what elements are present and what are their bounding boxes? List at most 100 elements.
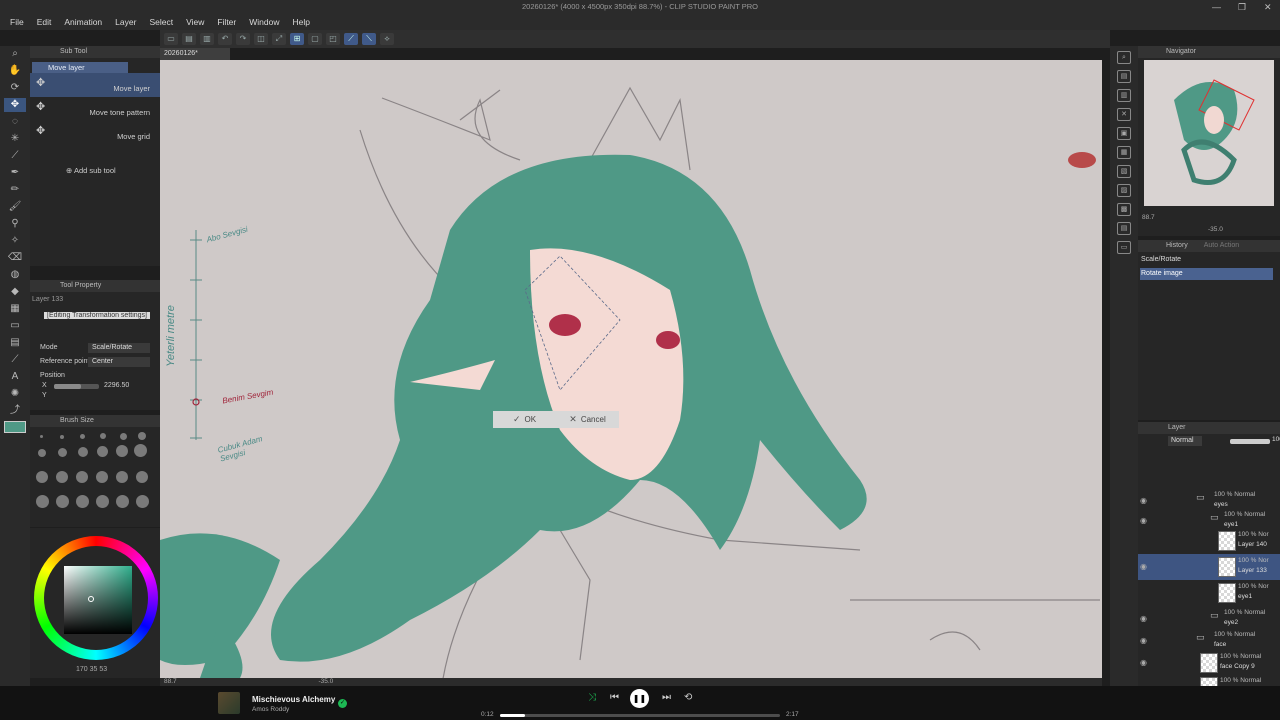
- reference-point-select[interactable]: Center: [88, 357, 150, 367]
- zoom-readout[interactable]: 88.7: [164, 678, 177, 685]
- brush-size-dot[interactable]: [58, 448, 67, 457]
- hue-ring[interactable]: [34, 536, 158, 660]
- subtool-move-tone-pattern[interactable]: ✥ Move tone pattern: [30, 97, 160, 121]
- brush-size-dot[interactable]: [76, 495, 89, 508]
- menu-filter[interactable]: Filter: [213, 15, 245, 29]
- playback-progress-bar[interactable]: [500, 714, 780, 717]
- add-subtool-button[interactable]: ⊕ Add sub tool: [66, 166, 116, 175]
- saturation-value-square[interactable]: [64, 566, 132, 634]
- history-tab[interactable]: History Auto Action: [1138, 240, 1280, 252]
- opacity-slider[interactable]: [1230, 439, 1270, 444]
- zoom-tool-icon[interactable]: ⌕: [4, 47, 26, 61]
- redo-icon[interactable]: ↷: [236, 33, 250, 45]
- track-title[interactable]: Mischievous Alchemy: [252, 695, 335, 704]
- correct-line-icon[interactable]: ⤴: [4, 404, 26, 418]
- layer-row[interactable]: ◉ 100 % Normal face Copy 9: [1138, 650, 1280, 676]
- animation-icon[interactable]: ▩: [1117, 203, 1131, 216]
- brush-size-dot[interactable]: [60, 435, 64, 439]
- navigator-angle[interactable]: -35.0: [1208, 226, 1223, 233]
- menu-window[interactable]: Window: [245, 15, 288, 29]
- pen-tool-icon[interactable]: ✒: [4, 166, 26, 180]
- brush-size-dot[interactable]: [116, 471, 128, 483]
- layer-property-icon[interactable]: ▥: [1117, 89, 1131, 102]
- balloon-tool-icon[interactable]: ✺: [4, 387, 26, 401]
- menu-edit[interactable]: Edit: [33, 15, 61, 29]
- info-icon[interactable]: ▧: [1117, 165, 1131, 178]
- brush-size-dot[interactable]: [36, 495, 49, 508]
- brush-size-dot[interactable]: [96, 471, 108, 483]
- layer-row-selected[interactable]: ◉ 100 % Nor Layer 133: [1138, 554, 1280, 580]
- layer-row[interactable]: 100 % Nor eye1: [1138, 580, 1280, 606]
- brush-size-dot[interactable]: [97, 446, 108, 457]
- invert-selection-icon[interactable]: ◰: [326, 33, 340, 45]
- brush-size-dot[interactable]: [56, 495, 69, 508]
- lasso-tool-icon[interactable]: ◌: [4, 115, 26, 129]
- transform-ok-button[interactable]: ✓ OK: [493, 411, 556, 428]
- eraser-icon[interactable]: ⌫: [4, 251, 26, 265]
- palette-icon[interactable]: ▭: [1117, 241, 1131, 254]
- eyedropper-icon[interactable]: ⟋: [4, 149, 26, 163]
- layer-row[interactable]: 100 % Normal: [1138, 674, 1280, 686]
- album-art[interactable]: [218, 692, 240, 714]
- brush-size-dot[interactable]: [36, 471, 48, 483]
- brush-size-dot[interactable]: [96, 495, 109, 508]
- ruler-tool-icon[interactable]: ⟋: [4, 353, 26, 367]
- snap-special-ruler-icon[interactable]: ⟋: [344, 33, 358, 45]
- pause-button[interactable]: ❚❚: [630, 689, 649, 708]
- menu-help[interactable]: Help: [288, 15, 318, 29]
- move-tool-icon[interactable]: ✥: [4, 98, 26, 112]
- text-tool-icon[interactable]: A: [4, 370, 26, 384]
- snap-grid-icon[interactable]: ⟍: [362, 33, 376, 45]
- frame-tool-icon[interactable]: ▤: [4, 336, 26, 350]
- menu-animation[interactable]: Animation: [60, 15, 111, 29]
- brush-tool-icon[interactable]: 🖌: [4, 200, 26, 214]
- minimize-icon[interactable]: —: [1212, 2, 1221, 12]
- next-track-icon[interactable]: ⏭: [662, 692, 671, 703]
- color-picker-marker[interactable]: [88, 596, 94, 602]
- brush-size-dot[interactable]: [80, 434, 85, 439]
- timeline-icon[interactable]: ▤: [1117, 222, 1131, 235]
- transform-icon[interactable]: ⤢: [272, 33, 286, 45]
- brush-size-dot[interactable]: [138, 432, 146, 440]
- navigator-thumbnail[interactable]: [1144, 60, 1274, 206]
- x-value[interactable]: 2296.50: [104, 382, 129, 389]
- undo-icon[interactable]: ↶: [218, 33, 232, 45]
- menu-layer[interactable]: Layer: [111, 15, 145, 29]
- ruler-icon[interactable]: ⟡: [380, 33, 394, 45]
- visibility-icon[interactable]: ◉: [1140, 614, 1147, 623]
- deselect-icon[interactable]: ▢: [308, 33, 322, 45]
- brush-size-dot[interactable]: [56, 471, 68, 483]
- x-slider[interactable]: [54, 384, 99, 389]
- subtool-group-tab[interactable]: Move layer: [32, 62, 128, 73]
- item-bank-icon[interactable]: ▦: [1117, 146, 1131, 159]
- opacity-value[interactable]: 100: [1272, 436, 1280, 443]
- close-panel-icon[interactable]: ✕: [1117, 108, 1131, 121]
- clear-icon[interactable]: ◫: [254, 33, 268, 45]
- airbrush-icon[interactable]: ⚲: [4, 217, 26, 231]
- new-icon[interactable]: ▭: [164, 33, 178, 45]
- liked-check-icon[interactable]: ✓: [338, 699, 347, 708]
- menu-view[interactable]: View: [182, 15, 213, 29]
- repeat-icon[interactable]: ⟲: [684, 692, 692, 703]
- angle-readout[interactable]: -35.0: [318, 678, 333, 685]
- canvas-tab[interactable]: 20260126*: [160, 48, 230, 60]
- brush-size-dot[interactable]: [116, 445, 128, 457]
- search-icon[interactable]: ⌕: [1117, 51, 1131, 64]
- shuffle-icon[interactable]: ⤨: [588, 692, 596, 703]
- previous-track-icon[interactable]: ⏮: [610, 692, 619, 703]
- menu-select[interactable]: Select: [145, 15, 182, 29]
- brush-size-dot[interactable]: [38, 449, 46, 457]
- hand-tool-icon[interactable]: ✋: [4, 64, 26, 78]
- brush-size-dot[interactable]: [116, 495, 129, 508]
- decoration-icon[interactable]: ✧: [4, 234, 26, 248]
- material-icon[interactable]: ▤: [1117, 70, 1131, 83]
- brush-size-dot[interactable]: [136, 471, 148, 483]
- figure-tool-icon[interactable]: ▭: [4, 319, 26, 333]
- brush-size-dot[interactable]: [134, 444, 147, 457]
- pencil-tool-icon[interactable]: ✏: [4, 183, 26, 197]
- subtool-move-grid[interactable]: ✥ Move grid: [30, 121, 160, 145]
- main-color-swatch[interactable]: [4, 421, 26, 433]
- canvas[interactable]: Abo Sevgisi Yeterli metre Benim Sevgim C…: [160, 60, 1102, 678]
- brush-size-dot[interactable]: [40, 435, 43, 438]
- mode-select[interactable]: Scale/Rotate: [88, 343, 150, 353]
